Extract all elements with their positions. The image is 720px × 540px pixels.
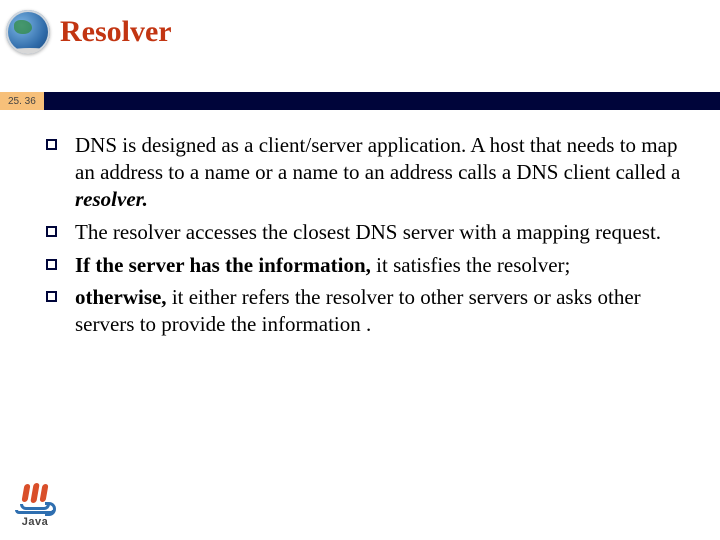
java-logo: Java [12, 484, 58, 528]
list-item: The resolver accesses the closest DNS se… [46, 219, 690, 246]
bullet-icon [46, 259, 57, 270]
page-number-badge: 25. 36 [0, 92, 44, 110]
bullet-icon [46, 226, 57, 237]
header: Resolver [0, 8, 720, 56]
list-item: otherwise, it either refers the resolver… [46, 284, 690, 338]
body: DNS is designed as a client/server appli… [46, 132, 690, 344]
bullet-icon [46, 291, 57, 302]
list-item-text: The resolver accesses the closest DNS se… [75, 219, 661, 246]
cup-icon [20, 504, 50, 510]
list-item-text: DNS is designed as a client/server appli… [75, 132, 690, 213]
list-item-text: otherwise, it either refers the resolver… [75, 284, 690, 338]
bullet-icon [46, 139, 57, 150]
accent-band [0, 92, 720, 110]
list-item-text: If the server has the information, it sa… [75, 252, 570, 279]
java-label: Java [12, 516, 58, 528]
steam-icon [21, 484, 49, 502]
list-item: DNS is designed as a client/server appli… [46, 132, 690, 213]
globe-icon [6, 10, 50, 54]
list-item: If the server has the information, it sa… [46, 252, 690, 279]
slide: Resolver 25. 36 DNS is designed as a cli… [0, 0, 720, 540]
slide-title: Resolver [60, 15, 172, 49]
